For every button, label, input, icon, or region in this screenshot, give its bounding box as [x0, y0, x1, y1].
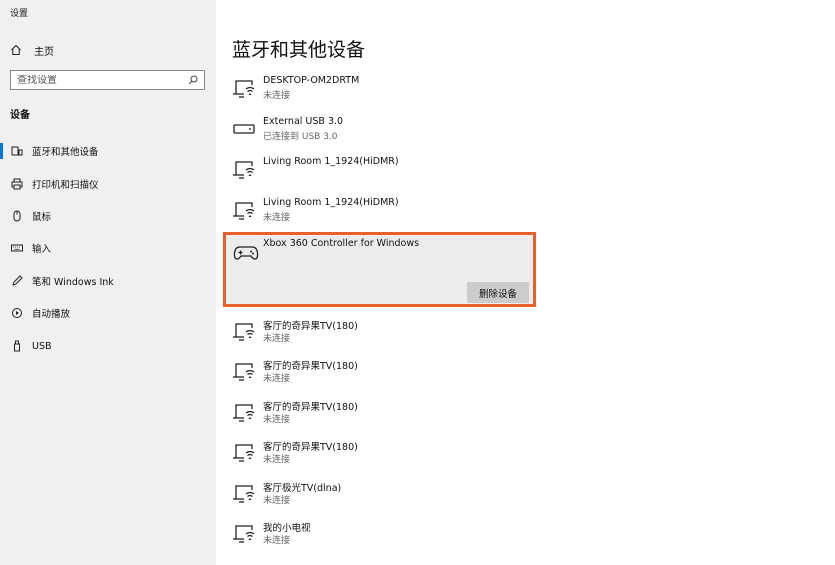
device-name: 客厅的奇异果TV(180) [263, 321, 358, 332]
wireless-display-icon [233, 161, 255, 179]
page-title: 蓝牙和其他设备 [232, 39, 366, 61]
autoplay-icon [10, 307, 24, 319]
storage-drive-icon [233, 124, 255, 134]
pen-icon [10, 275, 24, 287]
sidebar-item-label: USB [32, 340, 52, 352]
wireless-display-icon [233, 525, 255, 543]
sidebar-item-label: 鼠标 [32, 212, 52, 223]
sidebar-item-printers[interactable]: 打印机和扫描仪 [0, 173, 216, 195]
keyboard-icon [10, 242, 24, 254]
home-label: 主页 [34, 46, 54, 58]
device-name: External USB 3.0 [263, 116, 344, 127]
sidebar-item-label: 笔和 Windows Ink [32, 277, 114, 288]
device-status: 未连接 [263, 91, 291, 101]
search-icon[interactable] [188, 75, 198, 85]
device-name: DESKTOP-OM2DRTM [263, 75, 360, 86]
sidebar-item-usb[interactable]: USB [0, 335, 216, 357]
search-box[interactable] [10, 70, 205, 90]
sidebar-item-label: 自动播放 [32, 309, 71, 320]
usb-icon [10, 340, 24, 352]
sidebar: 设置 主页 设备 蓝牙和其他设备 [0, 0, 216, 565]
app-title: 设置 [10, 9, 29, 19]
wireless-display-icon [233, 363, 255, 381]
home-nav-item[interactable]: 主页 [10, 42, 54, 58]
wireless-display-icon [233, 485, 255, 503]
sidebar-item-label: 蓝牙和其他设备 [32, 147, 99, 158]
device-name: 客厅极光TV(dlna) [263, 483, 342, 494]
device-name: 客厅的奇异果TV(180) [263, 361, 358, 372]
sidebar-item-autoplay[interactable]: 自动播放 [0, 302, 216, 324]
device-status: 未连接 [263, 536, 291, 546]
device-name: Living Room 1_1924(HiDMR) [263, 156, 399, 167]
active-indicator [0, 143, 3, 159]
sidebar-item-mouse[interactable]: 鼠标 [0, 205, 216, 227]
sidebar-item-label: 打印机和扫描仪 [32, 180, 99, 191]
device-name: 客厅的奇异果TV(180) [263, 442, 358, 453]
section-label-devices: 设备 [10, 110, 30, 121]
bluetooth-devices-icon [10, 145, 24, 157]
device-status: 未连接 [263, 374, 291, 384]
wireless-display-icon [233, 404, 255, 422]
sidebar-item-pen[interactable]: 笔和 Windows Ink [0, 270, 216, 292]
sidebar-item-label: 输入 [32, 244, 52, 255]
device-status: 未连接 [263, 415, 291, 425]
sidebar-item-input[interactable]: 输入 [0, 237, 216, 259]
device-status: 未连接 [263, 496, 291, 506]
device-item-selected[interactable]: Xbox 360 Controller for Windows 删除设备 [223, 232, 536, 307]
gamepad-icon [233, 246, 259, 260]
sidebar-item-bluetooth[interactable]: 蓝牙和其他设备 [0, 140, 216, 162]
device-name: 我的小电视 [263, 523, 311, 534]
device-status: 已连接到 USB 3.0 [263, 132, 338, 142]
remove-device-button[interactable]: 删除设备 [467, 282, 529, 303]
mouse-icon [10, 210, 24, 222]
home-icon [11, 44, 21, 55]
device-status: 未连接 [263, 455, 291, 465]
search-input[interactable] [17, 74, 188, 86]
wireless-display-icon [233, 323, 255, 341]
device-status: 未连接 [263, 334, 291, 344]
device-name: Living Room 1_1924(HiDMR) [263, 197, 399, 208]
wireless-display-icon [233, 80, 255, 98]
device-name: Xbox 360 Controller for Windows [263, 238, 420, 249]
wireless-display-icon [233, 444, 255, 462]
printer-icon [10, 178, 24, 190]
wireless-display-icon [233, 202, 255, 220]
device-name: 客厅的奇异果TV(180) [263, 402, 358, 413]
device-status: 未连接 [263, 213, 291, 223]
